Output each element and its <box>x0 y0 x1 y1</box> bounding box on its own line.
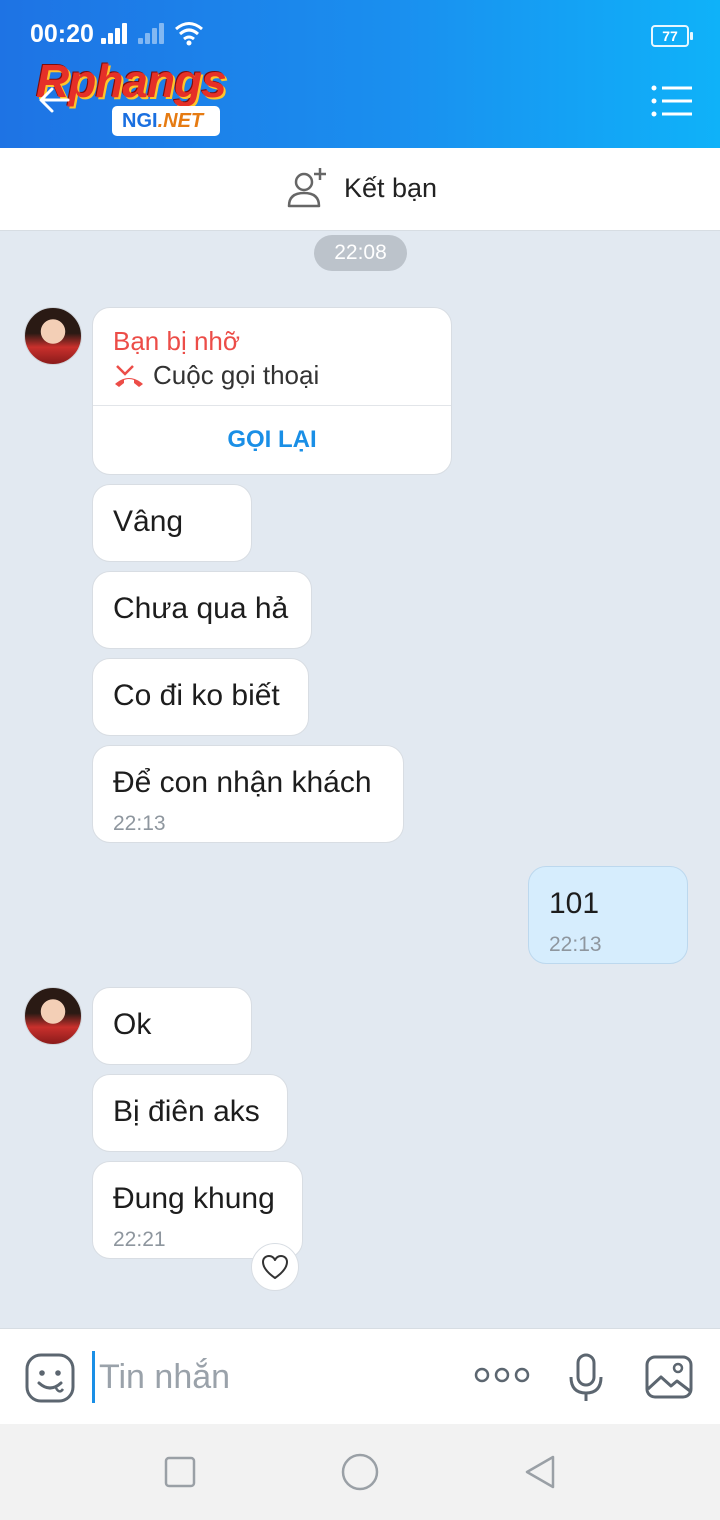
message-text: Ok <box>113 1008 152 1041</box>
image-icon[interactable] <box>645 1355 693 1399</box>
date-chip: 22:08 <box>314 235 407 271</box>
watermark-logo-sub: NGI.NET <box>112 106 220 136</box>
top-app-bar: 00:20 77 Rphangs NGI.NET <box>0 0 720 148</box>
message-text: Chưa qua hả <box>113 592 289 625</box>
signal-icon <box>101 22 131 44</box>
message-time: 22:13 <box>549 933 602 956</box>
message-bubble[interactable]: Để con nhận khách 22:13 <box>92 745 404 843</box>
system-nav-bar <box>0 1424 720 1520</box>
menu-list-icon[interactable] <box>650 84 694 118</box>
signal-2-icon <box>138 22 168 44</box>
message-text: Để con nhận khách <box>113 766 372 799</box>
missed-call-subtitle: Cuộc gọi thoại <box>113 360 319 391</box>
add-friend-icon <box>287 168 326 208</box>
avatar[interactable] <box>24 987 82 1045</box>
nav-back-icon[interactable] <box>523 1454 557 1490</box>
add-friend-bar[interactable]: Kết bạn <box>0 148 720 231</box>
message-input[interactable] <box>92 1351 459 1403</box>
microphone-icon[interactable] <box>568 1353 604 1403</box>
message-time: 22:13 <box>113 812 166 835</box>
message-input-bar <box>0 1328 720 1425</box>
wifi-icon <box>175 22 203 46</box>
more-dots-icon[interactable] <box>474 1365 530 1385</box>
message-text: Vâng <box>113 505 184 538</box>
nav-recent-icon[interactable] <box>164 1456 196 1488</box>
add-friend-button[interactable]: Kết bạn <box>286 166 437 210</box>
message-bubble[interactable]: Vâng <box>92 484 252 562</box>
message-bubble[interactable]: Chưa qua hả <box>92 571 312 649</box>
message-bubble-outgoing[interactable]: 101 22:13 <box>528 866 688 964</box>
react-heart-button[interactable] <box>251 1243 299 1291</box>
message-text: 101 <box>549 887 600 920</box>
nav-home-icon[interactable] <box>340 1452 380 1492</box>
missed-call-icon <box>115 364 143 387</box>
add-friend-label: Kết bạn <box>344 172 438 203</box>
missed-call-title: Bạn bị nhỡ <box>113 326 240 356</box>
message-text: Bị điên aks <box>113 1095 260 1128</box>
missed-call-card: Bạn bị nhỡ Cuộc gọi thoại GỌI LẠI <box>92 307 452 475</box>
message-bubble[interactable]: Ok <box>92 987 252 1065</box>
message-text: Co đi ko biết <box>113 679 280 712</box>
divider <box>93 405 451 406</box>
call-back-button[interactable]: GỌI LẠI <box>93 426 451 454</box>
battery-indicator: 77 <box>651 25 693 47</box>
message-text: Đung khung <box>113 1182 275 1215</box>
message-bubble[interactable]: Co đi ko biết <box>92 658 309 736</box>
heart-icon <box>262 1255 288 1279</box>
back-arrow-icon[interactable] <box>36 82 72 118</box>
avatar[interactable] <box>24 307 82 365</box>
sticker-icon[interactable] <box>25 1353 75 1403</box>
message-bubble[interactable]: Bị điên aks <box>92 1074 288 1152</box>
message-time: 22:21 <box>113 1228 166 1251</box>
status-time: 00:20 <box>30 20 94 48</box>
